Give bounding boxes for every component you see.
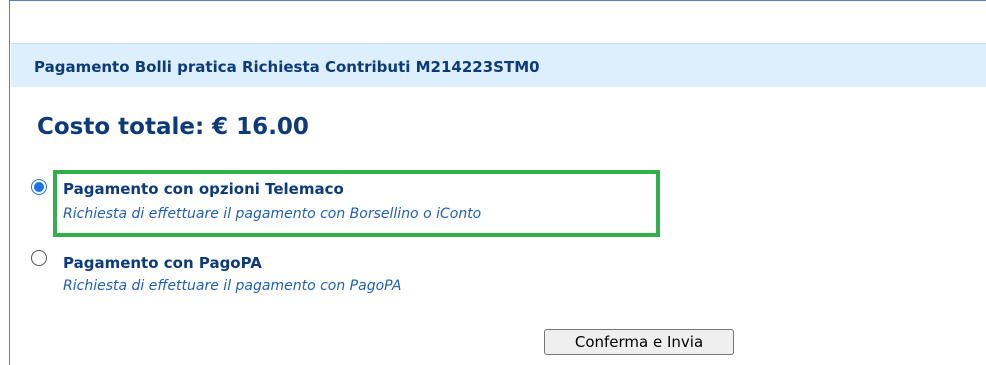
- total-cost: Costo totale: € 16.00: [37, 114, 309, 140]
- option-pagopa-description: Richiesta di effettuare il pagamento con…: [63, 278, 402, 294]
- confirm-send-button[interactable]: Conferma e Invia: [544, 329, 734, 355]
- option-telemaco-description: Richiesta di effettuare il pagamento con…: [63, 206, 482, 222]
- radio-telemaco[interactable]: [31, 179, 47, 195]
- section-header: Pagamento Bolli pratica Richiesta Contri…: [11, 43, 986, 87]
- radio-pagopa[interactable]: [31, 250, 47, 266]
- section-title: Pagamento Bolli pratica Richiesta Contri…: [34, 58, 540, 76]
- option-telemaco-title[interactable]: Pagamento con opzioni Telemaco: [63, 180, 344, 198]
- option-pagopa-title[interactable]: Pagamento con PagoPA: [63, 254, 262, 272]
